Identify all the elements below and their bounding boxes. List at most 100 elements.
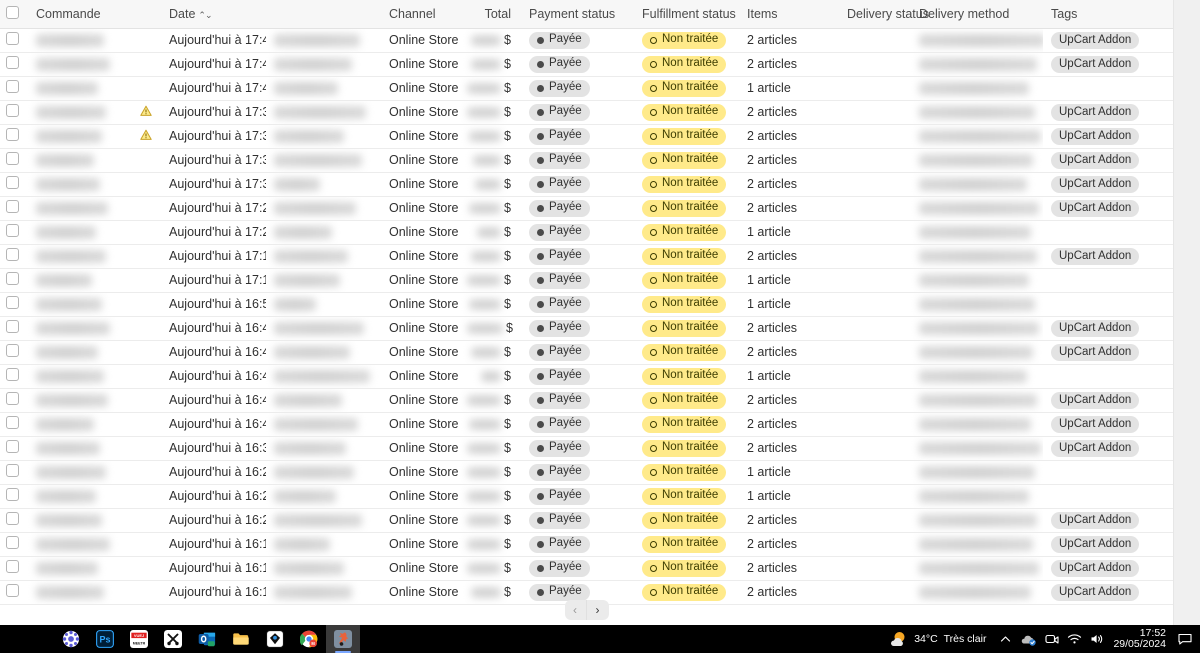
cell-order-number[interactable] — [28, 388, 131, 413]
cell-order-number[interactable] — [28, 340, 131, 365]
row-select-checkbox[interactable] — [6, 392, 19, 405]
row-select-checkbox[interactable] — [6, 56, 19, 69]
cell-order-number[interactable] — [28, 460, 131, 485]
row-select-checkbox[interactable] — [6, 272, 19, 285]
row-select-checkbox[interactable] — [6, 128, 19, 141]
pagination-next-button[interactable]: › — [586, 600, 609, 620]
cell-order-number[interactable] — [28, 508, 131, 533]
table-row[interactable]: Aujourd'hui à 16:23 Online Store $ Payée Non… — [0, 484, 1173, 509]
row-select-checkbox[interactable] — [6, 416, 19, 429]
table-row[interactable]: Aujourd'hui à 16:25 Online Store $ Payée Non… — [0, 460, 1173, 485]
cell-order-number[interactable] — [28, 100, 131, 125]
row-select-checkbox[interactable] — [6, 320, 19, 333]
table-row[interactable]: Aujourd'hui à 16:49 Online Store $ Payée Non… — [0, 316, 1173, 341]
cell-order-number[interactable] — [28, 148, 131, 173]
cell-order-number[interactable] — [28, 316, 131, 341]
table-row[interactable]: Aujourd'hui à 16:49 Online Store $ Payée Non… — [0, 340, 1173, 365]
table-row[interactable]: Aujourd'hui à 17:41 Online Store $ Payée Non… — [0, 52, 1173, 77]
tray-weather-widget[interactable]: 34°C Très clair — [884, 631, 994, 648]
table-row[interactable]: Aujourd'hui à 16:21 Online Store $ Payée Non… — [0, 508, 1173, 533]
row-select-checkbox[interactable] — [6, 536, 19, 549]
row-select-checkbox[interactable] — [6, 152, 19, 165]
table-row[interactable]: Aujourd'hui à 17:35 Online Store $ Payée Non… — [0, 124, 1173, 149]
wifi-icon[interactable] — [1066, 631, 1083, 648]
cell-order-number[interactable] — [28, 268, 131, 293]
cell-order-number[interactable] — [28, 364, 131, 389]
cell-order-number[interactable] — [28, 28, 131, 53]
cell-order-number[interactable] — [28, 196, 131, 221]
row-select-checkbox[interactable] — [6, 104, 19, 117]
header-delivery-status[interactable]: Delivery status — [839, 0, 929, 29]
onedrive-sync-icon[interactable] — [1020, 631, 1037, 648]
row-select-checkbox[interactable] — [6, 464, 19, 477]
table-row[interactable]: Aujourd'hui à 16:47 Online Store $ Payée Non… — [0, 388, 1173, 413]
show-hidden-icons-chevron[interactable] — [997, 631, 1014, 648]
camera-icon[interactable] — [1043, 631, 1060, 648]
cell-order-number[interactable] — [28, 556, 131, 581]
table-row[interactable]: Aujourd'hui à 17:49 Online Store $ Payée Non… — [0, 28, 1173, 53]
row-select-checkbox[interactable] — [6, 200, 19, 213]
cell-order-number[interactable] — [28, 52, 131, 77]
cell-order-number[interactable] — [28, 76, 131, 101]
cell-order-number[interactable] — [28, 172, 131, 197]
taskbar-item-photoshop[interactable]: Ps — [88, 625, 122, 653]
cell-order-number[interactable] — [28, 124, 131, 149]
pagination-prev-button[interactable]: ‹ — [564, 600, 587, 620]
taskbar-item-vuej-meetr[interactable]: VUEJ MEETR — [122, 625, 156, 653]
row-select-checkbox[interactable] — [6, 560, 19, 573]
row-select-checkbox[interactable] — [6, 584, 19, 597]
cell-order-number[interactable] — [28, 484, 131, 509]
taskbar-item-file-explorer[interactable] — [224, 625, 258, 653]
cell-order-number[interactable] — [28, 436, 131, 461]
table-row[interactable]: Aujourd'hui à 16:31 Online Store $ Payée Non… — [0, 436, 1173, 461]
cell-order-number[interactable] — [28, 220, 131, 245]
table-row[interactable]: Aujourd'hui à 16:44 Online Store $ Payée Non… — [0, 412, 1173, 437]
header-fulfillment-status[interactable]: Fulfillment status — [634, 0, 739, 29]
table-row[interactable]: Aujourd'hui à 16:59 Online Store $ Payée Non… — [0, 292, 1173, 317]
row-select-checkbox[interactable] — [6, 248, 19, 261]
table-row[interactable]: Aujourd'hui à 17:40 Online Store $ Payée Non… — [0, 76, 1173, 101]
row-select-checkbox[interactable] — [6, 80, 19, 93]
taskbar-item-outlook[interactable] — [190, 625, 224, 653]
sort-updown-icon[interactable]: ⌃⌄ — [198, 10, 212, 21]
row-select-checkbox[interactable] — [6, 440, 19, 453]
row-select-checkbox[interactable] — [6, 344, 19, 357]
taskbar-item-capcut[interactable] — [156, 625, 190, 653]
header-tags[interactable]: Tags — [1043, 0, 1173, 29]
row-select-checkbox[interactable] — [6, 368, 19, 381]
row-select-checkbox[interactable] — [6, 296, 19, 309]
header-channel[interactable]: Channel — [381, 0, 459, 29]
table-row[interactable]: Aujourd'hui à 17:11 Online Store $ Payée Non… — [0, 268, 1173, 293]
taskbar-item-chrome[interactable]: M — [292, 625, 326, 653]
taskbar-item-settings-gear[interactable] — [54, 625, 88, 653]
table-row[interactable]: Aujourd'hui à 17:19 Online Store $ Payée Non… — [0, 244, 1173, 269]
row-select-checkbox[interactable] — [6, 176, 19, 189]
cell-order-number[interactable] — [28, 532, 131, 557]
table-row[interactable]: Aujourd'hui à 17:22 Online Store $ Payée Non… — [0, 220, 1173, 245]
row-select-checkbox[interactable] — [6, 512, 19, 525]
taskbar-item-tiktok-studio[interactable] — [326, 625, 360, 653]
table-row[interactable]: Aujourd'hui à 17:31 Online Store $ Payée Non… — [0, 172, 1173, 197]
volume-icon[interactable] — [1089, 631, 1106, 648]
cell-order-number[interactable] — [28, 412, 131, 437]
table-row[interactable]: Aujourd'hui à 17:36 Online Store $ Payée Non… — [0, 100, 1173, 125]
header-delivery-method[interactable]: Delivery method — [911, 0, 1043, 29]
tray-clock[interactable]: 17:52 29/05/2024 — [1109, 628, 1174, 650]
header-order[interactable]: Commande — [28, 0, 131, 29]
header-total[interactable]: Total — [459, 0, 521, 29]
cell-order-number[interactable] — [28, 244, 131, 269]
notification-center-icon[interactable] — [1174, 625, 1196, 653]
select-all-checkbox[interactable] — [6, 5, 19, 19]
table-row[interactable]: Aujourd'hui à 16:48 Online Store $ Payée Non… — [0, 364, 1173, 389]
row-select-checkbox[interactable] — [6, 32, 19, 45]
row-select-checkbox[interactable] — [6, 224, 19, 237]
cell-order-number[interactable] — [28, 292, 131, 317]
table-row[interactable]: Aujourd'hui à 16:13 Online Store $ Payée Non… — [0, 556, 1173, 581]
row-select-checkbox[interactable] — [6, 488, 19, 501]
header-date[interactable]: Date ⌃⌄ — [161, 0, 266, 29]
table-row[interactable]: Aujourd'hui à 16:18 Online Store $ Payée Non… — [0, 532, 1173, 557]
taskbar-item-app-dark[interactable] — [258, 625, 292, 653]
header-payment-status[interactable]: Payment status — [521, 0, 634, 29]
header-items[interactable]: Items — [739, 0, 839, 29]
table-row[interactable]: Aujourd'hui à 17:29 Online Store $ Payée Non… — [0, 196, 1173, 221]
